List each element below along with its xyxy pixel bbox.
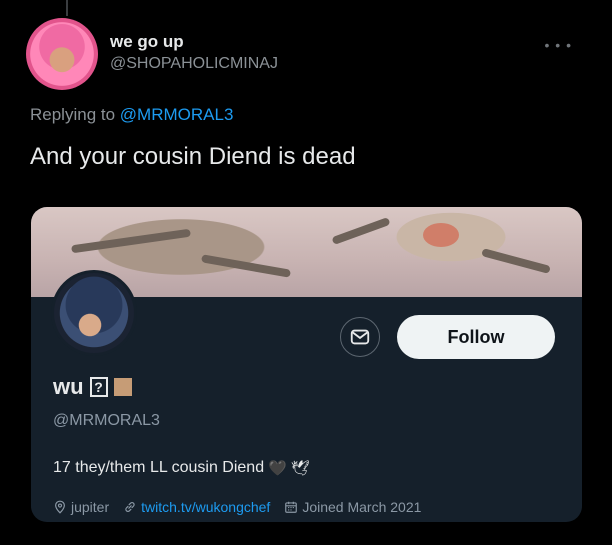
follow-button[interactable]: Follow — [397, 315, 555, 359]
profile-handle: @MRMORAL3 — [53, 412, 160, 429]
message-button[interactable] — [340, 317, 380, 357]
profile-display-name: wu — [53, 374, 84, 399]
more-dots-icon[interactable]: • • • — [545, 38, 572, 52]
profile-avatar[interactable] — [51, 270, 137, 356]
website-item[interactable]: twitch.tv/wukongchef — [123, 499, 270, 515]
missing-glyph-box: ? — [89, 377, 108, 397]
location-item: jupiter — [53, 499, 109, 515]
location-pin-icon — [55, 500, 65, 514]
thread-connector-line — [66, 0, 68, 16]
bio-text: 17 they/them LL cousin Diend — [53, 459, 265, 476]
author-avatar[interactable] — [26, 18, 98, 90]
author-display-name[interactable]: we go up — [110, 31, 278, 53]
profile-name-row: wu ? — [53, 374, 132, 400]
author-name-block: we go up @SHOPAHOLICMINAJ — [110, 31, 278, 75]
calendar-icon — [285, 501, 298, 513]
replying-to-label: Replying to — [30, 105, 116, 124]
author-handle[interactable]: @SHOPAHOLICMINAJ — [110, 53, 278, 75]
embedded-profile-card[interactable]: Follow wu ? @MRMORAL3 17 they/them LL co… — [31, 207, 582, 522]
replying-to-mention[interactable]: @MRMORAL3 — [120, 105, 234, 124]
screenshot: we go up @SHOPAHOLICMINAJ • • • Replying… — [0, 0, 612, 545]
joined-item: Joined March 2021 — [284, 499, 421, 515]
black-heart-icon: 🖤 — [268, 460, 287, 477]
joined-text: Joined March 2021 — [302, 499, 422, 515]
website-link[interactable]: twitch.tv/wukongchef — [141, 499, 270, 515]
skin-tone-square-icon — [113, 378, 132, 396]
dove-icon: 🕊 — [290, 460, 310, 477]
tweet-text: And your cousin Diend is dead — [30, 143, 356, 170]
profile-bio: 17 they/them LL cousin Diend 🖤 🕊 — [53, 459, 310, 477]
link-icon — [125, 502, 135, 512]
mail-icon — [350, 329, 370, 345]
location-text: jupiter — [71, 499, 110, 515]
profile-meta-row: jupiter twitch.tv/wukongchef Joined Marc… — [53, 499, 435, 515]
cat-nose — [423, 223, 459, 247]
tweet-author-header: we go up @SHOPAHOLICMINAJ — [26, 18, 278, 90]
replying-to-line: Replying to @MRMORAL3 — [30, 105, 233, 125]
